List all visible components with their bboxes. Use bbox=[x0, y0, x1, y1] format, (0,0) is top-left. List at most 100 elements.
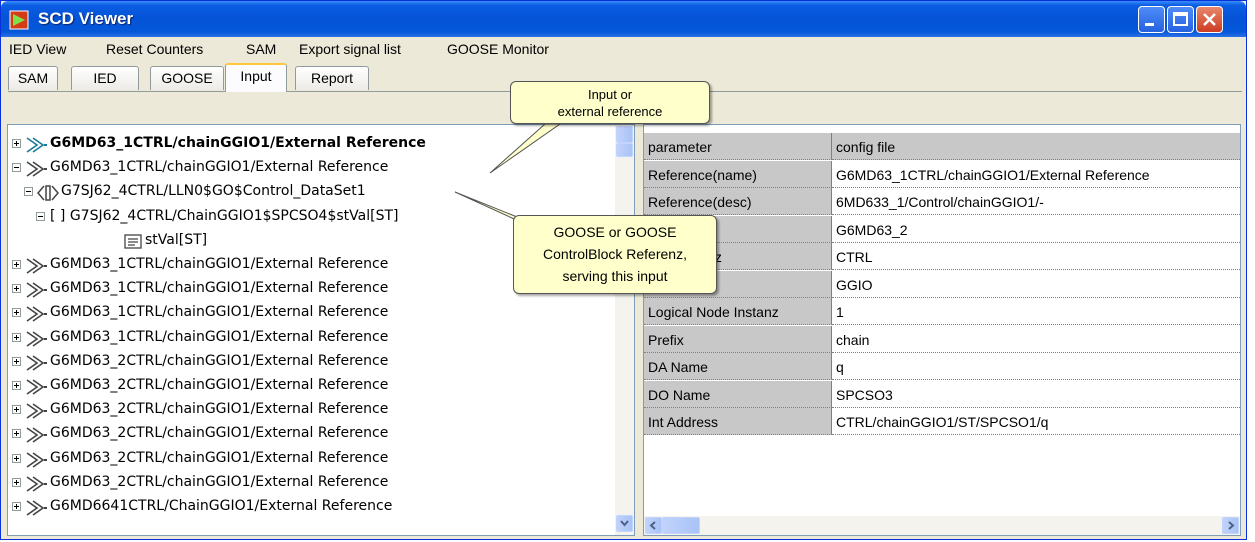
property-row[interactable]: Logical Node Instanz 1 bbox=[644, 298, 1240, 326]
expand-icon[interactable] bbox=[12, 381, 21, 390]
tree-node-label: G6MD63_1CTRL/chainGGIO1/External Referen… bbox=[50, 304, 389, 321]
property-grid-panel: parameter config file Reference(name) G6M… bbox=[643, 124, 1241, 536]
double-arrow-icon bbox=[26, 451, 47, 468]
property-row[interactable]: DA Name q bbox=[644, 353, 1240, 381]
tree-node-label: G6MD63_2CTRL/chainGGIO1/External Referen… bbox=[50, 425, 389, 442]
property-row[interactable]: Int Address CTRL/chainGGIO1/ST/SPCSO1/q bbox=[644, 408, 1240, 436]
property-name: Reference(name) bbox=[644, 160, 832, 188]
goose-icon bbox=[37, 185, 59, 202]
collapse-icon[interactable] bbox=[36, 211, 45, 221]
scroll-left-button[interactable] bbox=[645, 517, 662, 534]
window-title: SCD Viewer bbox=[38, 9, 134, 28]
tree-node-label: G6MD63_2CTRL/chainGGIO1/External Referen… bbox=[50, 401, 389, 418]
grid-header-value: config file bbox=[832, 133, 1240, 160]
double-arrow-icon bbox=[26, 330, 47, 347]
expand-icon[interactable] bbox=[12, 356, 21, 366]
property-value[interactable]: G6MD63_1CTRL/chainGGIO1/External Referen… bbox=[832, 161, 1240, 188]
input-callout-text: Input or external reference bbox=[557, 87, 663, 119]
property-value[interactable]: SPCSO3 bbox=[832, 381, 1240, 408]
double-arrow-icon bbox=[26, 137, 47, 153]
expand-icon[interactable] bbox=[12, 405, 21, 415]
property-row[interactable]: Reference(desc) 6MD633_1/Control/chainGGI… bbox=[644, 188, 1240, 216]
close-button[interactable] bbox=[1196, 6, 1223, 33]
scroll-thumb[interactable] bbox=[616, 143, 633, 157]
tab-sam[interactable]: SAM bbox=[8, 66, 58, 90]
tree-node-label: G6MD6641CTRL/ChainGGIO1/External Referen… bbox=[50, 498, 393, 514]
tab-report[interactable]: Report bbox=[295, 66, 369, 90]
expand-icon[interactable] bbox=[12, 139, 21, 148]
tree-node-label: G6MD63_1CTRL/chainGGIO1/External Referen… bbox=[50, 280, 389, 297]
double-arrow-icon bbox=[26, 258, 47, 274]
tree-node-label: G6MD63_1CTRL/chainGGIO1/External Referen… bbox=[50, 256, 389, 272]
collapse-icon[interactable] bbox=[12, 163, 21, 173]
property-value[interactable]: CTRL/chainGGIO1/ST/SPCSO1/q bbox=[832, 408, 1240, 435]
property-row[interactable]: G6MD63_2 bbox=[644, 215, 1240, 244]
collapse-icon[interactable] bbox=[24, 187, 33, 197]
expand-icon[interactable] bbox=[12, 502, 21, 511]
property-row[interactable]: Prefix chain bbox=[644, 325, 1240, 354]
menu-goose-monitor[interactable]: GOOSE Monitor bbox=[447, 41, 549, 57]
expand-icon[interactable] bbox=[12, 260, 21, 269]
tree-node-label: G6MD63_2CTRL/chainGGIO1/External Referen… bbox=[50, 449, 389, 466]
minimize-icon bbox=[1145, 23, 1154, 26]
property-value[interactable]: CTRL bbox=[832, 243, 1240, 270]
expand-icon[interactable] bbox=[12, 477, 21, 487]
signal-tree-panel: G6MD63_1CTRL/chainGGIO1/External Referen… bbox=[7, 124, 635, 536]
chevron-left-icon bbox=[649, 521, 656, 530]
goose-callout: GOOSE or GOOSE ControlBlock Referenz, se… bbox=[513, 215, 717, 294]
expand-icon[interactable] bbox=[12, 453, 21, 463]
tree-node-label: G6MD63_1CTRL/chainGGIO1/External Referen… bbox=[50, 159, 389, 176]
goose-callout-text: GOOSE or GOOSE ControlBlock Referenz, se… bbox=[543, 224, 687, 284]
property-row[interactable]: DO Name SPCSO3 bbox=[644, 380, 1240, 409]
signal-tree[interactable]: G6MD63_1CTRL/chainGGIO1/External Referen… bbox=[8, 125, 614, 535]
maximize-button[interactable] bbox=[1167, 6, 1194, 33]
tab-ied[interactable]: IED bbox=[71, 66, 139, 90]
expand-icon[interactable] bbox=[12, 308, 21, 318]
property-row[interactable]: Reference(name) G6MD63_1CTRL/chainGGIO1/E… bbox=[644, 160, 1240, 189]
title-bar[interactable]: SCD Viewer bbox=[1, 1, 1246, 37]
double-arrow-icon bbox=[26, 161, 47, 177]
menu-reset-counters[interactable]: Reset Counters bbox=[106, 41, 203, 57]
property-value[interactable]: G6MD63_2 bbox=[832, 216, 1240, 243]
input-callout: Input or external reference bbox=[510, 81, 710, 124]
double-arrow-icon bbox=[26, 500, 47, 516]
property-value[interactable]: 1 bbox=[832, 298, 1240, 325]
property-name: DO Name bbox=[644, 380, 832, 408]
minimize-button[interactable] bbox=[1138, 6, 1165, 33]
scroll-right-button[interactable] bbox=[1222, 517, 1239, 534]
tree-node-label: G6MD63_1CTRL/chainGGIO1/External Referen… bbox=[50, 328, 389, 345]
menu-sam[interactable]: SAM bbox=[246, 41, 276, 57]
scroll-down-button[interactable] bbox=[616, 515, 633, 532]
menu-ied-view[interactable]: IED View bbox=[9, 41, 66, 57]
grid-horizontal-scrollbar[interactable] bbox=[644, 516, 1240, 535]
expand-icon[interactable] bbox=[12, 429, 21, 439]
double-arrow-icon bbox=[26, 355, 47, 371]
tab-input[interactable]: Input bbox=[225, 63, 287, 92]
tree-node-label: [ ] G7SJ62_4CTRL/ChainGGIO1$SPCSO4$stVal… bbox=[50, 207, 399, 224]
tree-vertical-scrollbar[interactable] bbox=[615, 125, 634, 535]
data-attribute-icon bbox=[124, 234, 142, 249]
tree-node-label: G6MD63_1CTRL/chainGGIO1/External Referen… bbox=[50, 135, 426, 151]
app-icon bbox=[9, 10, 29, 30]
tree-node-label: G6MD63_2CTRL/chainGGIO1/External Referen… bbox=[50, 377, 389, 393]
tree-node-label: G6MD63_2CTRL/chainGGIO1/External Referen… bbox=[50, 473, 389, 490]
tree-node-label: G6MD63_2CTRL/chainGGIO1/External Referen… bbox=[50, 352, 389, 369]
property-row[interactable]: de ClassGGIO bbox=[644, 270, 1240, 299]
tab-goose[interactable]: GOOSE bbox=[150, 66, 224, 90]
menu-export-signal-list[interactable]: Export signal list bbox=[299, 41, 401, 57]
chevron-right-icon bbox=[1228, 521, 1235, 530]
horizontal-scroll-thumb[interactable] bbox=[662, 517, 700, 534]
property-name: Logical Node Instanz bbox=[644, 298, 832, 325]
expand-icon[interactable] bbox=[12, 332, 21, 342]
property-row[interactable]: vice InstanzCTRL bbox=[644, 243, 1240, 271]
grid-header-name: parameter bbox=[644, 133, 832, 160]
close-icon bbox=[1203, 13, 1216, 26]
property-value[interactable]: q bbox=[832, 353, 1240, 380]
expand-icon[interactable] bbox=[12, 284, 21, 294]
property-value[interactable]: 6MD633_1/Control/chainGGIO1/- bbox=[832, 188, 1240, 215]
property-value[interactable]: chain bbox=[832, 326, 1240, 353]
double-arrow-icon bbox=[26, 403, 47, 419]
property-value[interactable]: GGIO bbox=[832, 271, 1240, 298]
scroll-up-button[interactable] bbox=[616, 126, 633, 143]
menu-bar: IED View Reset Counters SAM Export signa… bbox=[1, 37, 1246, 61]
